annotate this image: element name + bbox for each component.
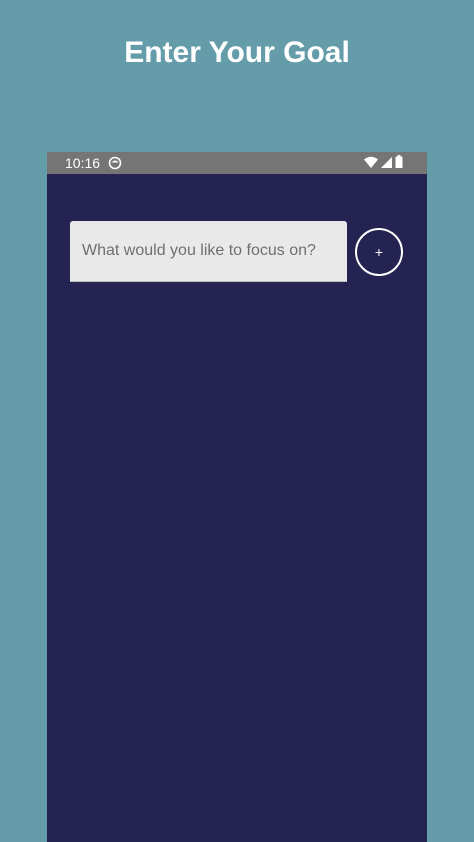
wifi-icon [364,155,378,171]
status-time: 10:16 [65,155,101,171]
add-goal-button[interactable]: + [355,228,403,276]
goal-input[interactable] [70,221,347,282]
battery-icon [395,155,403,171]
status-icons [364,155,403,171]
status-bar: 10:16 [47,152,427,174]
promo-title: Enter Your Goal [124,36,350,69]
notification-icon [108,156,122,170]
phone-screen: 10:16 What would you like to focus on? + [47,152,427,842]
cell-signal-icon [381,155,392,171]
